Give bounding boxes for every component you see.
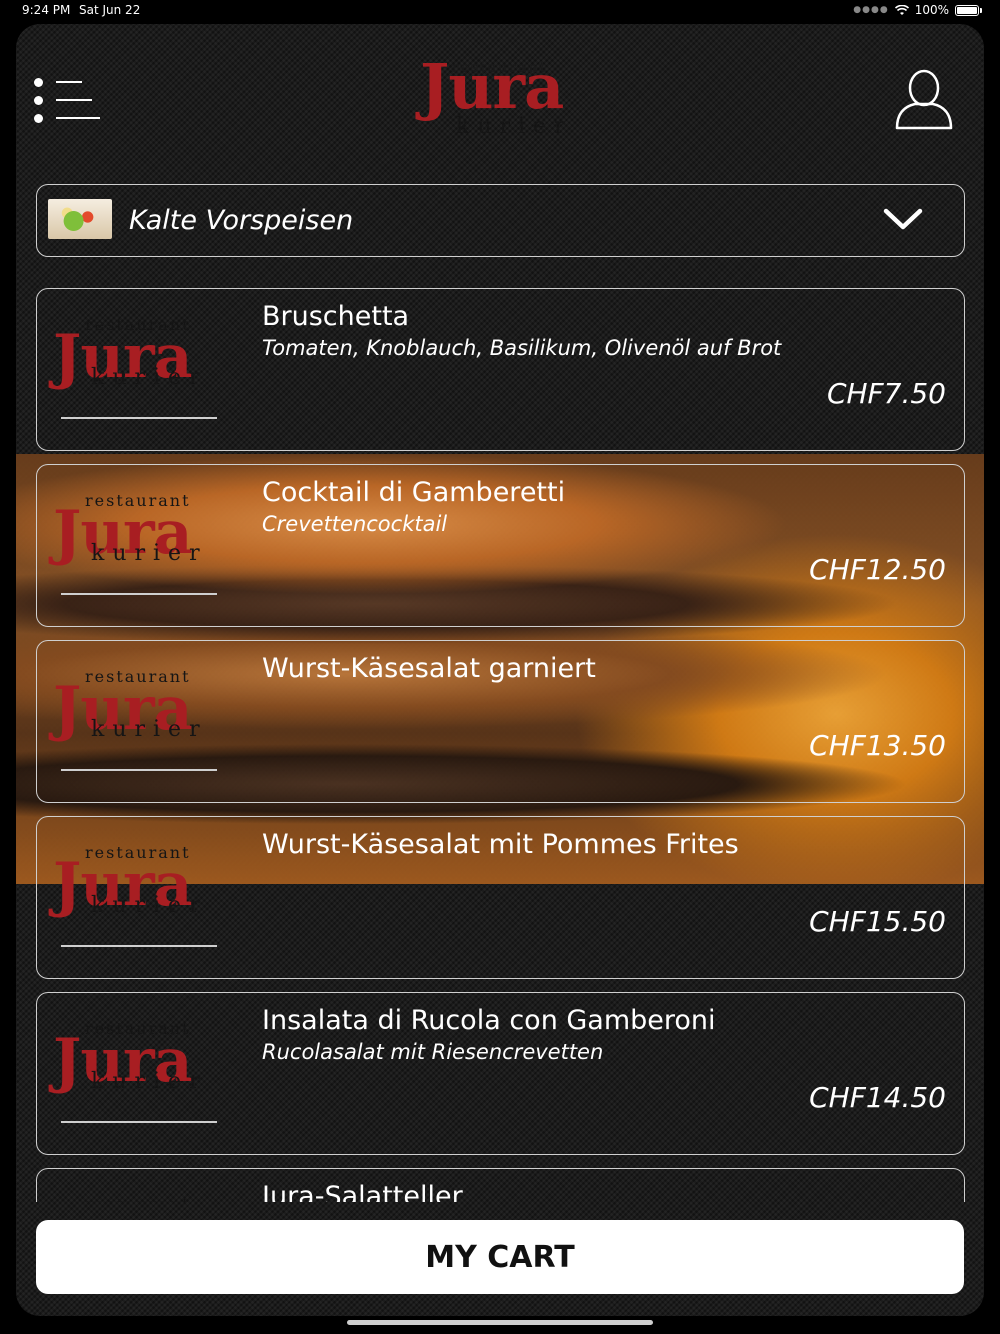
app-screen: Jura restaurant kurier Kalte Vorspeisen … <box>16 24 984 1316</box>
item-logo: restaurant Jura kurier <box>49 661 231 781</box>
item-logo: restaurant Jura kurier <box>49 1013 231 1133</box>
category-thumbnail <box>48 199 112 239</box>
wifi-icon <box>894 4 909 15</box>
item-logo-kurier: kurier <box>91 365 208 390</box>
item-name: Insalata di Rucola con Gamberoni <box>262 1005 716 1036</box>
menu-item[interactable]: restaurant Jura kurier Wurst-Käsesalat g… <box>36 640 965 803</box>
status-date: Sat Jun 22 <box>79 3 141 17</box>
item-price: CHF15.50 <box>809 905 946 938</box>
menu-dot <box>34 96 43 105</box>
category-dropdown[interactable]: Kalte Vorspeisen <box>36 184 965 257</box>
logo-kurier: kurier <box>456 114 573 139</box>
menu-line <box>56 99 92 101</box>
item-logo: restaurant Jura kurier <box>49 1189 231 1202</box>
menu-item[interactable]: restaurant Jura kurier Cocktail di Gambe… <box>36 464 965 627</box>
item-logo-kurier: kurier <box>91 1069 208 1094</box>
menu-line <box>56 117 100 119</box>
menu-item[interactable]: restaurant Jura kurier Wurst-Käsesalat m… <box>36 816 965 979</box>
item-name: Bruschetta <box>262 301 410 332</box>
menu-line <box>56 81 82 83</box>
status-time: 9:24 PM <box>22 3 71 17</box>
header: Jura restaurant kurier <box>16 24 984 174</box>
item-logo: restaurant Jura kurier <box>49 837 231 957</box>
home-indicator[interactable] <box>347 1320 653 1325</box>
item-price: CHF13.50 <box>809 729 946 762</box>
item-name: Jura-Salatteller <box>262 1181 463 1202</box>
menu-item[interactable]: restaurant Jura kurier Insalata di Rucol… <box>36 992 965 1155</box>
status-bar: 9:24 PM Sat Jun 22 ●●●● 100% <box>0 0 1000 22</box>
menu-item-list[interactable]: restaurant Jura kurier Bruschetta Tomate… <box>16 280 984 1202</box>
item-price: CHF12.50 <box>809 553 946 586</box>
item-logo: restaurant Jura kurier <box>49 309 231 429</box>
battery-percent: 100% <box>914 3 949 17</box>
item-logo-kurier: kurier <box>91 717 208 742</box>
menu-icon[interactable] <box>34 74 100 124</box>
my-cart-button[interactable]: MY CART <box>36 1220 964 1294</box>
jura-logo: Jura restaurant kurier <box>416 56 596 146</box>
user-icon[interactable] <box>894 68 954 130</box>
item-logo-restaurant: restaurant <box>85 1195 191 1202</box>
menu-dot <box>34 78 43 87</box>
battery-icon <box>955 4 979 16</box>
item-name: Cocktail di Gamberetti <box>262 477 566 508</box>
item-logo-kurier: kurier <box>91 893 208 918</box>
cart-label: MY CART <box>425 1239 575 1275</box>
item-logo-divider <box>61 1121 217 1123</box>
item-logo-divider <box>61 417 217 419</box>
logo-restaurant: restaurant <box>452 60 547 76</box>
item-logo-divider <box>61 769 217 771</box>
battery-nub <box>980 7 982 13</box>
menu-item[interactable]: restaurant Jura kurier Jura-Salatteller <box>36 1168 965 1202</box>
item-logo-divider <box>61 593 217 595</box>
item-logo-kurier: kurier <box>91 541 208 566</box>
signal-icon: ●●●● <box>853 5 889 15</box>
category-label: Kalte Vorspeisen <box>129 205 354 236</box>
item-logo: restaurant Jura kurier <box>49 485 231 605</box>
menu-dot <box>34 114 43 123</box>
item-description: Tomaten, Knoblauch, Basilikum, Olivenöl … <box>262 336 782 360</box>
item-description: Rucolasalat mit Riesencrevetten <box>262 1040 604 1064</box>
menu-item[interactable]: restaurant Jura kurier Bruschetta Tomate… <box>36 288 965 451</box>
item-description: Crevettencocktail <box>262 512 448 536</box>
item-price: CHF7.50 <box>826 377 946 410</box>
item-name: Wurst-Käsesalat mit Pommes Frites <box>262 829 739 860</box>
status-right: ●●●● 100% <box>853 3 982 17</box>
chevron-down-icon <box>883 208 923 230</box>
item-logo-divider <box>61 945 217 947</box>
item-price: CHF14.50 <box>809 1081 946 1114</box>
item-name: Wurst-Käsesalat garniert <box>262 653 596 684</box>
